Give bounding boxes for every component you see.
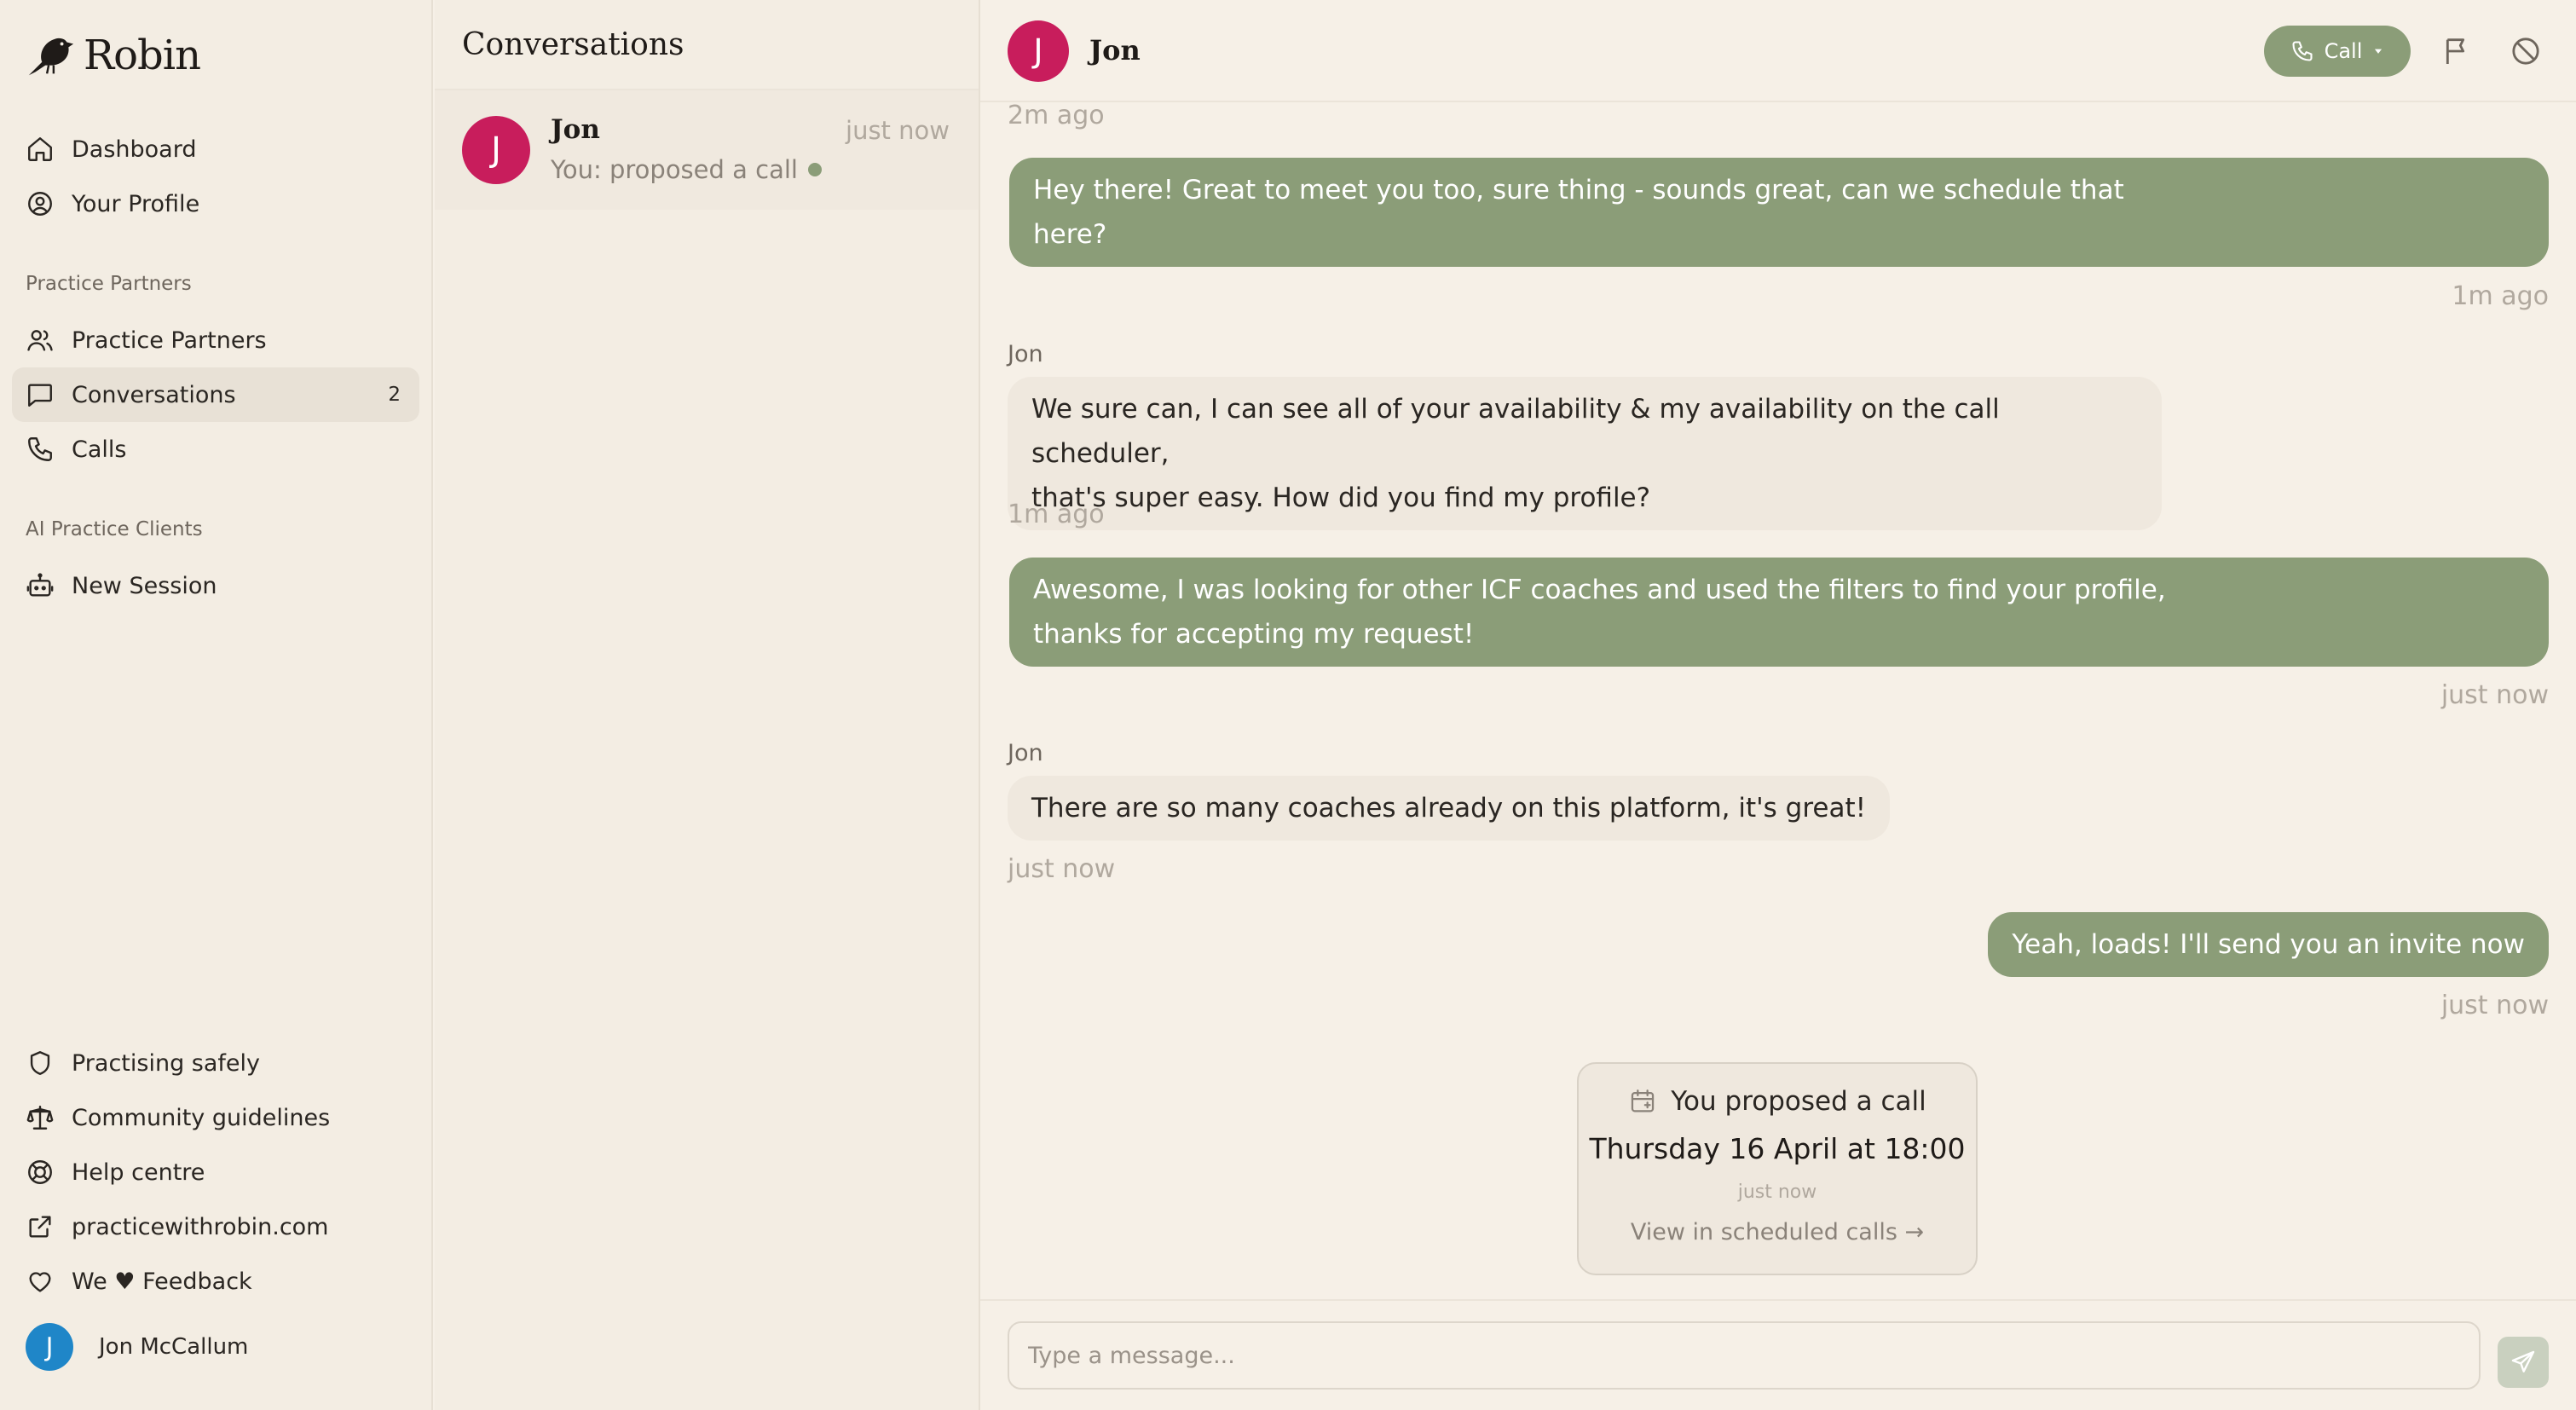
home-icon (28, 137, 52, 161)
scale-icon (26, 1106, 54, 1130)
call-proposal-card: You proposed a call Thursday 16 April at… (1577, 1062, 1978, 1275)
lifebuoy-icon (28, 1160, 52, 1184)
message-input[interactable] (1008, 1321, 2481, 1390)
message-line: Awesome, I was looking for other ICF coa… (1033, 575, 2166, 605)
message-line: Hey there! Great to meet you too, sure t… (1033, 175, 2124, 205)
conversation-item[interactable]: J Jon just now You: proposed a call (435, 90, 979, 210)
message-timestamp: 2m ago (1008, 101, 1105, 130)
proposal-title-text: You proposed a call (1671, 1086, 1926, 1117)
external-link-icon (29, 1216, 51, 1238)
current-user[interactable]: J Jon McCallum (26, 1323, 248, 1371)
sidebar-item-dashboard[interactable]: Dashboard (12, 122, 419, 176)
message-line: We sure can, I can see all of your avail… (1031, 394, 2000, 469)
message-line: There are so many coaches already on thi… (1031, 793, 1867, 823)
sidebar-item-label: practicewithrobin.com (72, 1213, 329, 1240)
chat-header: J Jon Call (980, 0, 2576, 102)
conversation-name: Jon (551, 114, 600, 145)
sidebar-item-label: We ♥ Feedback (72, 1268, 252, 1295)
sidebar-item-new-session[interactable]: New Session (12, 558, 419, 613)
message-sender: Jon (1008, 740, 1043, 766)
flag-icon (2446, 38, 2465, 64)
block-button[interactable] (2509, 34, 2543, 68)
outgoing-message: Awesome, I was looking for other ICF coa… (1009, 558, 2549, 667)
unread-dot-icon (807, 163, 822, 176)
brand-logo[interactable]: Robin (24, 26, 201, 85)
sidebar-item-label: Your Profile (72, 190, 200, 217)
conversation-list: Conversations J Jon just now You: propos… (435, 0, 980, 1410)
sidebar-item-label: Conversations (72, 381, 236, 408)
sidebar-item-label: Calls (72, 436, 127, 463)
sidebar-item-calls[interactable]: Calls (12, 422, 419, 477)
app-window: Robin Dashboard Your Profile Practice Pa… (0, 0, 2576, 1410)
section-label-ai-practice-clients: AI Practice Clients (26, 518, 203, 540)
avatar: J (26, 1323, 73, 1371)
brand-name: Robin (84, 32, 201, 79)
call-button[interactable]: Call (2264, 26, 2411, 77)
composer-bar (980, 1299, 2576, 1410)
section-label-practice-partners: Practice Partners (26, 273, 192, 295)
chevron-down-icon (2375, 49, 2383, 54)
users-icon (27, 330, 53, 351)
shield-icon (30, 1051, 50, 1075)
outgoing-message: Yeah, loads! I'll send you an invite now (1988, 912, 2549, 977)
block-icon (2512, 38, 2539, 65)
send-button[interactable] (2498, 1337, 2549, 1388)
sidebar-item-label: Practice Partners (72, 326, 267, 354)
sidebar: Robin Dashboard Your Profile Practice Pa… (0, 0, 433, 1410)
sidebar-item-practising-safely[interactable]: Practising safely (12, 1036, 419, 1090)
heart-icon (29, 1272, 51, 1292)
message-timestamp: 1m ago (2452, 281, 2549, 311)
sidebar-item-label: Practising safely (72, 1049, 260, 1077)
sidebar-item-your-profile[interactable]: Your Profile (12, 176, 419, 231)
message-timestamp: just now (2440, 680, 2549, 710)
proposal-timestamp: just now (1737, 1182, 1817, 1203)
user-circle-icon (28, 192, 52, 216)
phone-icon (28, 437, 52, 461)
sidebar-item-feedback[interactable]: We ♥ Feedback (12, 1254, 419, 1309)
message-line: thanks for accepting my request! (1033, 619, 1475, 650)
incoming-message: We sure can, I can see all of your avail… (1008, 377, 2162, 530)
unread-count-badge: 2 (388, 384, 401, 406)
outgoing-message: Hey there! Great to meet you too, sure t… (1009, 158, 2549, 267)
avatar: J (462, 116, 530, 184)
bot-icon (26, 573, 54, 597)
message-timestamp: 1m ago (1008, 500, 1105, 529)
send-icon (2511, 1350, 2535, 1372)
message-line: Yeah, loads! I'll send you an invite now (2012, 929, 2525, 960)
phone-icon (2292, 41, 2313, 61)
sidebar-item-label: Community guidelines (72, 1104, 331, 1131)
calendar-icon (1632, 1089, 1655, 1112)
sidebar-item-help-centre[interactable]: Help centre (12, 1145, 419, 1199)
call-button-label: Call (2324, 39, 2363, 63)
chat-panel: J Jon Call 2m ago Hey there! Great to me… (980, 0, 2576, 1410)
avatar[interactable]: J (1008, 20, 1069, 82)
message-square-icon (28, 384, 52, 407)
sidebar-item-label: New Session (72, 572, 217, 599)
incoming-message: There are so many coaches already on thi… (1008, 776, 1891, 841)
conversation-preview: You: proposed a call (551, 155, 822, 184)
message-line: here? (1033, 219, 1107, 250)
proposal-datetime: Thursday 16 April at 18:00 (1589, 1132, 1966, 1165)
proposal-title: You proposed a call (1579, 1086, 1976, 1117)
message-timestamp: just now (2440, 991, 2549, 1020)
message-timestamp: just now (1008, 854, 1116, 884)
robin-bird-icon (28, 38, 74, 76)
conversation-time: just now (846, 116, 950, 145)
user-name: Jon McCallum (99, 1334, 249, 1360)
sidebar-item-community-guidelines[interactable]: Community guidelines (12, 1090, 419, 1145)
sidebar-item-conversations[interactable]: Conversations 2 (12, 367, 419, 422)
conversation-list-title: Conversations (435, 0, 979, 90)
sidebar-item-practice-partners[interactable]: Practice Partners (12, 313, 419, 367)
message-sender: Jon (1008, 341, 1043, 367)
chat-contact-name[interactable]: Jon (1089, 34, 1141, 66)
view-scheduled-calls-link[interactable]: View in scheduled calls → (1579, 1219, 1976, 1245)
sidebar-item-label: Help centre (72, 1159, 205, 1186)
sidebar-item-label: Dashboard (72, 136, 197, 163)
sidebar-item-website-link[interactable]: practicewithrobin.com (12, 1199, 419, 1254)
report-button[interactable] (2440, 34, 2475, 68)
conversation-preview-text: You: proposed a call (551, 155, 798, 184)
message-line: that's super easy. How did you find my p… (1031, 483, 1651, 513)
